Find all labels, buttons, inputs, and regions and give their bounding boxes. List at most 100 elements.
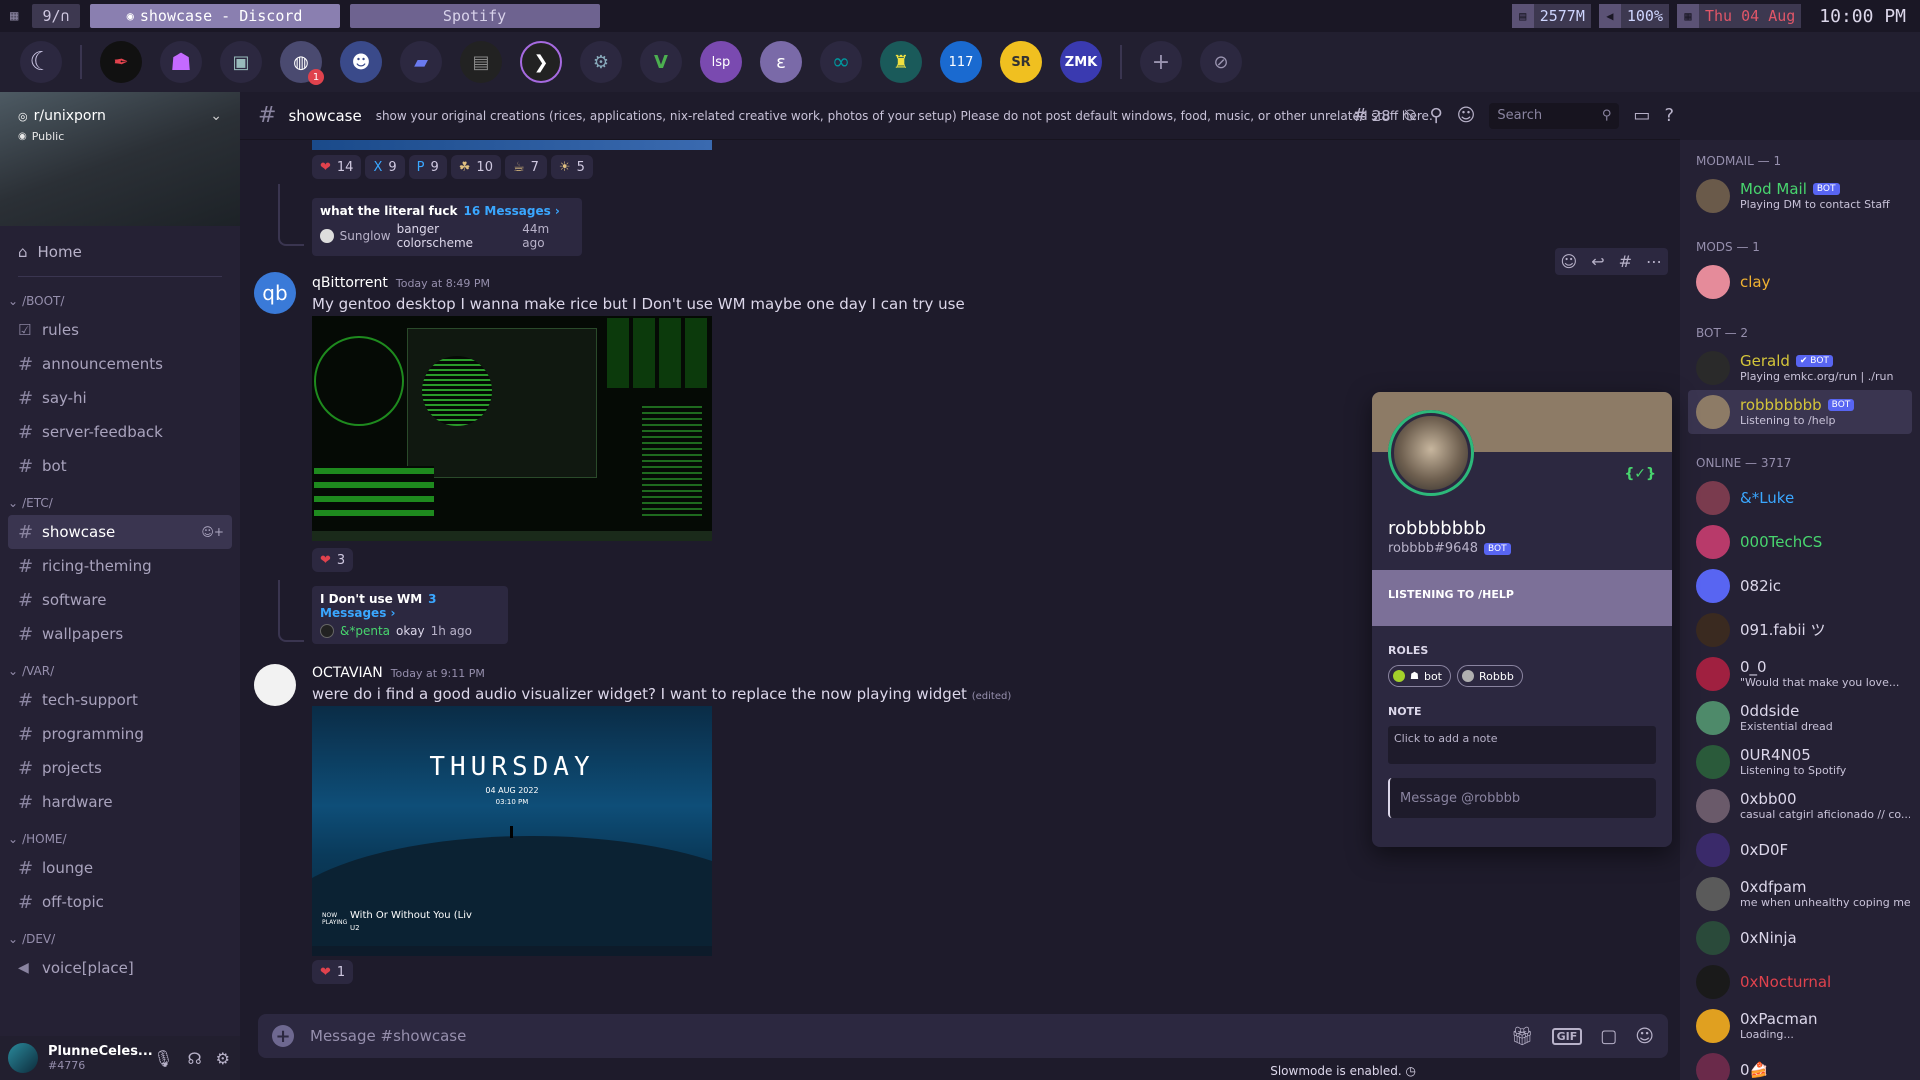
globe-icon[interactable]: ◍ 1 xyxy=(280,41,324,85)
window-tab-spotify[interactable]: Spotify xyxy=(349,4,600,28)
server-header[interactable]: ◎ r/unixporn ◉ Public ⌄ xyxy=(0,92,240,226)
reaction[interactable]: X9 xyxy=(365,155,405,179)
vim-icon[interactable]: V xyxy=(640,41,682,83)
member-item[interactable]: robbbbbbb BOT Listening to /help xyxy=(1688,390,1912,434)
volume-widget[interactable]: ◀ 100% xyxy=(1598,4,1669,28)
channel-category[interactable]: ⌄/ETC/ xyxy=(8,491,232,515)
sidebar-item-showcase[interactable]: # showcase ☺+ xyxy=(8,515,232,549)
emoji-icon[interactable]: ☺ xyxy=(1635,1026,1654,1047)
folder-icon[interactable]: ▰ xyxy=(400,41,442,83)
sidebar-item-programming[interactable]: # programming xyxy=(8,717,232,751)
help-icon[interactable]: ? xyxy=(1664,105,1674,126)
member-list-icon[interactable]: ☺ xyxy=(1457,105,1476,126)
sidebar-item-ricing-theming[interactable]: # ricing-theming xyxy=(8,549,232,583)
thread-preview[interactable]: I Don't use WM 3 Messages › &*penta okay 1h… xyxy=(312,586,508,644)
member-item[interactable]: Gerald ✔ BOT Playing emkc.org/run | ./run xyxy=(1680,346,1920,390)
member-item[interactable]: &*Luke xyxy=(1680,476,1920,520)
terminal-prompt-icon[interactable]: ❯ xyxy=(520,41,562,83)
role-chip[interactable]: ☗ bot xyxy=(1388,665,1451,687)
threads-icon[interactable]: # xyxy=(1352,105,1367,126)
direct-message-input[interactable]: Message @robbbb xyxy=(1388,778,1656,818)
reaction[interactable]: P9 xyxy=(408,155,447,179)
lantern-icon[interactable]: ♜ xyxy=(880,41,922,83)
sidebar-item-hardware[interactable]: # hardware xyxy=(8,785,232,819)
member-item[interactable]: 0xNocturnal xyxy=(1680,960,1920,1004)
reply-icon[interactable]: ↩ xyxy=(1591,252,1604,271)
ghost-icon[interactable]: ☗ xyxy=(160,41,202,83)
more-icon[interactable]: ⋯ xyxy=(1646,252,1662,271)
avatar[interactable] xyxy=(8,1043,38,1073)
gift-icon[interactable]: 🎁︎ xyxy=(1511,1026,1534,1047)
member-item[interactable]: 0UR4N05 Listening to Spotify xyxy=(1680,740,1920,784)
moon-logo-icon[interactable]: ☾ xyxy=(20,41,62,83)
settings-gear-icon[interactable]: ⚙ xyxy=(216,1049,230,1068)
sr-logo-icon[interactable]: SR xyxy=(1000,41,1042,83)
add-reaction-icon[interactable]: ☺ xyxy=(1561,252,1578,271)
explore-icon[interactable]: ⊘ xyxy=(1200,41,1242,83)
emacs-icon[interactable]: ε xyxy=(760,41,802,83)
role-chip[interactable]: Robbb xyxy=(1457,665,1523,687)
member-item[interactable]: 0ddside Existential dread xyxy=(1680,696,1920,740)
workspace-indicator[interactable]: 9/∩ xyxy=(32,4,80,28)
sidebar-item-server-feedback[interactable]: # server-feedback xyxy=(8,415,232,449)
member-item[interactable]: 0xbb00 casual catgirl aficionado // co... xyxy=(1680,784,1920,828)
member-item[interactable]: 0xdfpam me when unhealthy coping me... xyxy=(1680,872,1920,916)
message-author[interactable]: qBittorrent xyxy=(312,275,388,291)
reaction[interactable]: ☘ 10 xyxy=(450,155,501,179)
arduino-icon[interactable]: ∞ xyxy=(820,41,862,83)
inbox-icon[interactable]: ▭ xyxy=(1633,105,1650,126)
invite-icon[interactable]: ☺+ xyxy=(201,525,224,539)
search-input[interactable]: Search ⚲ xyxy=(1489,102,1620,129)
member-item[interactable]: 0xPacman Loading... xyxy=(1680,1004,1920,1048)
member-item[interactable]: 000TechCS xyxy=(1680,520,1920,564)
add-server-icon[interactable]: + xyxy=(1140,41,1182,83)
avatar[interactable]: qb xyxy=(254,272,296,314)
pin-icon[interactable]: ⚲ xyxy=(1429,105,1442,126)
member-item[interactable]: clay xyxy=(1680,260,1920,304)
people-icon[interactable]: ☻ xyxy=(340,41,382,83)
mute-bell-icon[interactable]: ⍉ xyxy=(1405,105,1416,126)
terminal-block-icon[interactable]: ▤ xyxy=(460,41,502,83)
member-item[interactable]: 0_0 "Would that make you love... xyxy=(1680,652,1920,696)
sidebar-item-say-hi[interactable]: # say-hi xyxy=(8,381,232,415)
home-link[interactable]: ⌂ Home xyxy=(8,234,232,270)
window-tab-discord[interactable]: ◉ showcase - Discord xyxy=(89,4,340,28)
sidebar-item-projects[interactable]: # projects xyxy=(8,751,232,785)
headphones-icon[interactable]: ☊ xyxy=(187,1049,201,1068)
sidebar-item-software[interactable]: # software xyxy=(8,583,232,617)
lsp-icon[interactable]: lsp xyxy=(700,41,742,83)
sidebar-item-voice-place[interactable]: ◀ voice[place] xyxy=(8,951,232,985)
feather-icon[interactable]: ✒ xyxy=(100,41,142,83)
create-thread-icon[interactable]: # xyxy=(1619,252,1632,271)
previous-message-image[interactable] xyxy=(312,140,712,150)
member-item[interactable]: 0🍰 xyxy=(1680,1048,1920,1080)
computer-icon[interactable]: ▣ xyxy=(220,41,262,83)
member-item[interactable]: 0xNinja xyxy=(1680,916,1920,960)
reaction[interactable]: ❤ 14 xyxy=(312,155,362,179)
gear-cloud-icon[interactable]: ⚙ xyxy=(580,41,622,83)
sidebar-item-bot[interactable]: # bot xyxy=(8,449,232,483)
grid-icon[interactable]: ▦ xyxy=(10,8,18,24)
note-input[interactable]: Click to add a note xyxy=(1388,726,1656,764)
member-item[interactable]: 082ic xyxy=(1680,564,1920,608)
sticker-icon[interactable]: ▢ xyxy=(1600,1026,1617,1047)
attachment-image[interactable] xyxy=(312,316,712,541)
channel-category[interactable]: ⌄/HOME/ xyxy=(8,827,232,851)
sidebar-item-tech-support[interactable]: # tech-support xyxy=(8,683,232,717)
member-item[interactable]: 0xD0F xyxy=(1680,828,1920,872)
thread-preview[interactable]: what the literal fuck 16 Messages › Sungl… xyxy=(312,198,582,256)
heart-reaction[interactable]: ❤ 3 xyxy=(312,548,354,572)
add-attachment-icon[interactable]: + xyxy=(272,1025,294,1047)
message-composer[interactable]: + Message #showcase 🎁︎ GIF ▢ ☺ xyxy=(258,1014,1668,1058)
channel-category[interactable]: ⌄/BOOT/ xyxy=(8,289,232,313)
reaction[interactable]: ☕ 7 xyxy=(504,155,547,179)
message-author[interactable]: OCTAVIAN xyxy=(312,665,383,681)
heart-reaction[interactable]: ❤ 1 xyxy=(312,960,354,984)
reaction[interactable]: ☀ 5 xyxy=(550,155,593,179)
zmk-icon[interactable]: ZMK xyxy=(1060,41,1102,83)
sidebar-item-wallpapers[interactable]: # wallpapers xyxy=(8,617,232,651)
channel-category[interactable]: ⌄/DEV/ xyxy=(8,927,232,951)
sidebar-item-lounge[interactable]: # lounge xyxy=(8,851,232,885)
member-item[interactable]: Mod Mail BOT Playing DM to contact Staff xyxy=(1680,174,1920,218)
channel-topic[interactable]: show your original creations (rices, app… xyxy=(376,109,1433,123)
